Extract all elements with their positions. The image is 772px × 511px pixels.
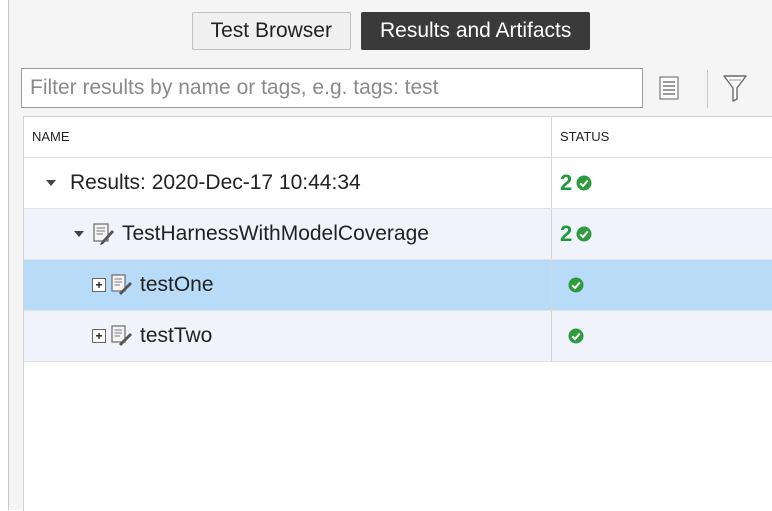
list-icon — [659, 76, 679, 100]
table-row[interactable]: Results: 2020-Dec-17 10:44:34 2 — [24, 158, 772, 209]
check-icon — [576, 226, 592, 242]
results-panel: Test Browser Results and Artifacts NAME … — [8, 0, 772, 511]
tab-test-browser[interactable]: Test Browser — [191, 12, 351, 50]
toolbar — [9, 64, 772, 114]
expand-plus-icon[interactable]: + — [92, 278, 106, 292]
status-cell — [552, 260, 584, 310]
test-case-label: testTwo — [140, 324, 213, 347]
table-row[interactable]: TestHarnessWithModelCoverage 2 — [24, 209, 772, 260]
test-case-label: testOne — [140, 273, 214, 296]
test-case-icon — [110, 324, 134, 348]
filter-button[interactable] — [721, 74, 749, 102]
list-view-button[interactable] — [655, 74, 683, 102]
result-set-label: Results: 2020-Dec-17 10:44:34 — [70, 171, 361, 194]
toolbar-separator — [707, 70, 708, 108]
status-cell — [552, 311, 584, 361]
pass-count: 2 — [560, 170, 573, 195]
table-row[interactable]: + testOne — [24, 260, 772, 311]
pass-count: 2 — [560, 221, 573, 246]
table-row[interactable]: + testTwo — [24, 311, 772, 362]
column-header-name[interactable]: NAME — [24, 117, 552, 157]
expand-plus-icon[interactable]: + — [92, 329, 106, 343]
check-icon — [576, 175, 592, 191]
test-case-icon — [110, 273, 134, 297]
collapse-caret-icon[interactable] — [42, 174, 60, 192]
test-file-label: TestHarnessWithModelCoverage — [122, 222, 429, 245]
tab-results-and-artifacts[interactable]: Results and Artifacts — [360, 12, 591, 50]
funnel-icon — [723, 75, 747, 102]
results-tree: NAME STATUS Results: 2020-Dec-17 10:44:3… — [23, 116, 772, 511]
status-cell: 2 — [552, 158, 592, 208]
collapse-caret-icon[interactable] — [70, 225, 88, 243]
check-icon — [568, 328, 584, 344]
table-header: NAME STATUS — [24, 117, 772, 158]
status-cell: 2 — [552, 209, 592, 259]
test-file-icon — [92, 222, 116, 246]
column-header-status[interactable]: STATUS — [552, 117, 609, 157]
tab-bar: Test Browser Results and Artifacts — [9, 12, 772, 56]
filter-input[interactable] — [21, 68, 643, 108]
check-icon — [568, 277, 584, 293]
